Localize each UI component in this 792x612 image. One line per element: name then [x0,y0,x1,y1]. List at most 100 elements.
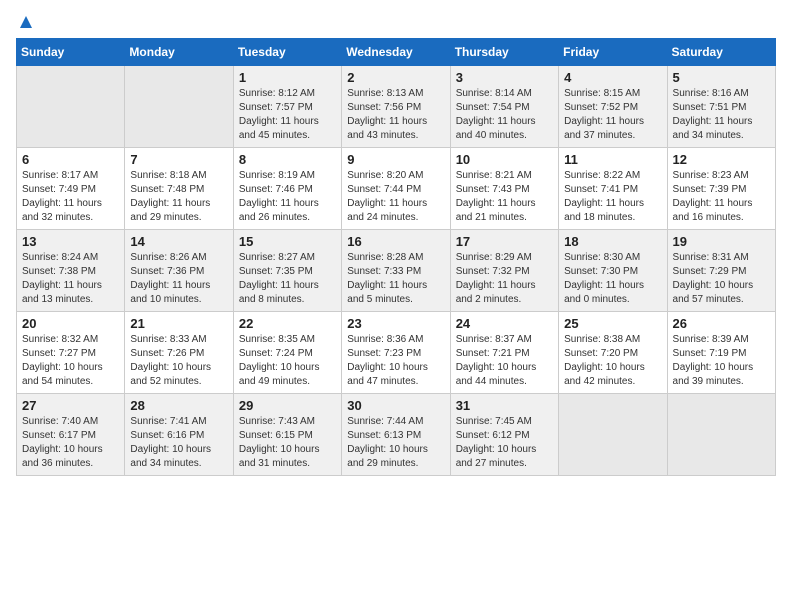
calendar-day-cell: 11 Sunrise: 8:22 AMSunset: 7:41 PMDayligh… [559,148,667,230]
calendar-day-cell: 1Sunrise: 8:12 AMSunset: 7:57 PMDaylight… [233,66,341,148]
calendar-week-row: 27Sunrise: 7:40 AMSunset: 6:17 PMDayligh… [17,394,776,476]
calendar-day-cell: 31Sunrise: 7:45 AMSunset: 6:12 PMDayligh… [450,394,558,476]
day-number: 6 [22,152,119,167]
calendar-day-cell: 5 Sunrise: 8:16 AMSunset: 7:51 PMDaylight… [667,66,775,148]
day-number: 26 [673,316,770,331]
day-number: 15 [239,234,336,249]
calendar-day-cell: 24 Sunrise: 8:37 AMSunset: 7:21 PMDayligh… [450,312,558,394]
calendar-week-row: 1Sunrise: 8:12 AMSunset: 7:57 PMDaylight… [17,66,776,148]
weekday-header: Friday [559,39,667,66]
calendar-day-cell: 21 Sunrise: 8:33 AMSunset: 7:26 PMDayligh… [125,312,233,394]
day-info: Sunrise: 8:16 AMSunset: 7:51 PMDaylight:… [673,87,770,143]
weekday-header: Sunday [17,39,125,66]
day-info: Sunrise: 8:31 AMSunset: 7:29 PMDaylight:… [673,251,770,307]
calendar-day-cell: 28 Sunrise: 7:41 AMSunset: 6:16 PMDayligh… [125,394,233,476]
calendar-day-cell: 8Sunrise: 8:19 AMSunset: 7:46 PMDaylight… [233,148,341,230]
day-info: Sunrise: 8:14 AMSunset: 7:54 PMDaylight:… [456,87,553,143]
calendar-week-row: 6 Sunrise: 8:17 AMSunset: 7:49 PMDaylight… [17,148,776,230]
calendar-day-cell: 15 Sunrise: 8:27 AMSunset: 7:35 PMDayligh… [233,230,341,312]
day-number: 3 [456,70,553,85]
calendar-week-row: 13 Sunrise: 8:24 AMSunset: 7:38 PMDayligh… [17,230,776,312]
day-number: 13 [22,234,119,249]
calendar-day-cell: 7Sunrise: 8:18 AMSunset: 7:48 PMDaylight… [125,148,233,230]
day-info: Sunrise: 7:43 AMSunset: 6:15 PMDaylight:… [239,415,336,471]
calendar-day-cell: 13 Sunrise: 8:24 AMSunset: 7:38 PMDayligh… [17,230,125,312]
day-info: Sunrise: 7:44 AMSunset: 6:13 PMDaylight:… [347,415,444,471]
day-number: 23 [347,316,444,331]
calendar-day-cell: 22 Sunrise: 8:35 AMSunset: 7:24 PMDayligh… [233,312,341,394]
calendar-day-cell [125,66,233,148]
day-info: Sunrise: 8:28 AMSunset: 7:33 PMDaylight:… [347,251,444,307]
calendar-day-cell: 2 Sunrise: 8:13 AMSunset: 7:56 PMDaylight… [342,66,450,148]
day-info: Sunrise: 8:24 AMSunset: 7:38 PMDaylight:… [22,251,119,307]
calendar-header-row: SundayMondayTuesdayWednesdayThursdayFrid… [17,39,776,66]
day-number: 17 [456,234,553,249]
day-number: 31 [456,398,553,413]
day-info: Sunrise: 8:20 AMSunset: 7:44 PMDaylight:… [347,169,444,225]
day-info: Sunrise: 8:12 AMSunset: 7:57 PMDaylight:… [239,87,336,143]
day-info: Sunrise: 8:35 AMSunset: 7:24 PMDaylight:… [239,333,336,389]
day-number: 24 [456,316,553,331]
day-number: 22 [239,316,336,331]
calendar-day-cell: 9Sunrise: 8:20 AMSunset: 7:44 PMDaylight… [342,148,450,230]
calendar-day-cell: 17 Sunrise: 8:29 AMSunset: 7:32 PMDayligh… [450,230,558,312]
calendar-day-cell: 20 Sunrise: 8:32 AMSunset: 7:27 PMDayligh… [17,312,125,394]
day-info: Sunrise: 8:38 AMSunset: 7:20 PMDaylight:… [564,333,661,389]
calendar-day-cell: 19 Sunrise: 8:31 AMSunset: 7:29 PMDayligh… [667,230,775,312]
weekday-header: Monday [125,39,233,66]
calendar-day-cell [559,394,667,476]
day-info: Sunrise: 7:41 AMSunset: 6:16 PMDaylight:… [130,415,227,471]
day-number: 10 [456,152,553,167]
day-number: 5 [673,70,770,85]
calendar-day-cell: 10 Sunrise: 8:21 AMSunset: 7:43 PMDayligh… [450,148,558,230]
day-number: 18 [564,234,661,249]
day-number: 14 [130,234,227,249]
logo-icon [18,14,34,30]
day-info: Sunrise: 8:13 AMSunset: 7:56 PMDaylight:… [347,87,444,143]
day-number: 16 [347,234,444,249]
logo [16,16,34,30]
calendar-day-cell: 25Sunrise: 8:38 AMSunset: 7:20 PMDayligh… [559,312,667,394]
day-info: Sunrise: 8:26 AMSunset: 7:36 PMDaylight:… [130,251,227,307]
calendar-day-cell: 23 Sunrise: 8:36 AMSunset: 7:23 PMDayligh… [342,312,450,394]
calendar-day-cell: 29 Sunrise: 7:43 AMSunset: 6:15 PMDayligh… [233,394,341,476]
day-number: 8 [239,152,336,167]
calendar-day-cell: 30Sunrise: 7:44 AMSunset: 6:13 PMDayligh… [342,394,450,476]
day-number: 21 [130,316,227,331]
calendar-day-cell: 4Sunrise: 8:15 AMSunset: 7:52 PMDaylight… [559,66,667,148]
day-info: Sunrise: 8:27 AMSunset: 7:35 PMDaylight:… [239,251,336,307]
calendar-day-cell: 14 Sunrise: 8:26 AMSunset: 7:36 PMDayligh… [125,230,233,312]
day-info: Sunrise: 8:15 AMSunset: 7:52 PMDaylight:… [564,87,661,143]
day-number: 12 [673,152,770,167]
day-info: Sunrise: 8:29 AMSunset: 7:32 PMDaylight:… [456,251,553,307]
weekday-header: Tuesday [233,39,341,66]
day-info: Sunrise: 8:39 AMSunset: 7:19 PMDaylight:… [673,333,770,389]
day-number: 19 [673,234,770,249]
calendar-day-cell: 18 Sunrise: 8:30 AMSunset: 7:30 PMDayligh… [559,230,667,312]
calendar-day-cell: 12 Sunrise: 8:23 AMSunset: 7:39 PMDayligh… [667,148,775,230]
calendar-table: SundayMondayTuesdayWednesdayThursdayFrid… [16,38,776,476]
day-number: 2 [347,70,444,85]
day-info: Sunrise: 8:37 AMSunset: 7:21 PMDaylight:… [456,333,553,389]
day-number: 29 [239,398,336,413]
day-info: Sunrise: 8:23 AMSunset: 7:39 PMDaylight:… [673,169,770,225]
calendar-day-cell: 27Sunrise: 7:40 AMSunset: 6:17 PMDayligh… [17,394,125,476]
day-info: Sunrise: 8:33 AMSunset: 7:26 PMDaylight:… [130,333,227,389]
day-info: Sunrise: 8:30 AMSunset: 7:30 PMDaylight:… [564,251,661,307]
day-info: Sunrise: 8:22 AMSunset: 7:41 PMDaylight:… [564,169,661,225]
calendar-day-cell: 26 Sunrise: 8:39 AMSunset: 7:19 PMDayligh… [667,312,775,394]
day-number: 27 [22,398,119,413]
day-info: Sunrise: 8:36 AMSunset: 7:23 PMDaylight:… [347,333,444,389]
day-number: 28 [130,398,227,413]
calendar-day-cell: 3 Sunrise: 8:14 AMSunset: 7:54 PMDaylight… [450,66,558,148]
weekday-header: Wednesday [342,39,450,66]
calendar-day-cell [667,394,775,476]
day-number: 20 [22,316,119,331]
day-number: 7 [130,152,227,167]
day-info: Sunrise: 8:21 AMSunset: 7:43 PMDaylight:… [456,169,553,225]
day-info: Sunrise: 8:32 AMSunset: 7:27 PMDaylight:… [22,333,119,389]
calendar-day-cell: 6 Sunrise: 8:17 AMSunset: 7:49 PMDaylight… [17,148,125,230]
weekday-header: Thursday [450,39,558,66]
day-number: 11 [564,152,661,167]
day-info: Sunrise: 8:17 AMSunset: 7:49 PMDaylight:… [22,169,119,225]
